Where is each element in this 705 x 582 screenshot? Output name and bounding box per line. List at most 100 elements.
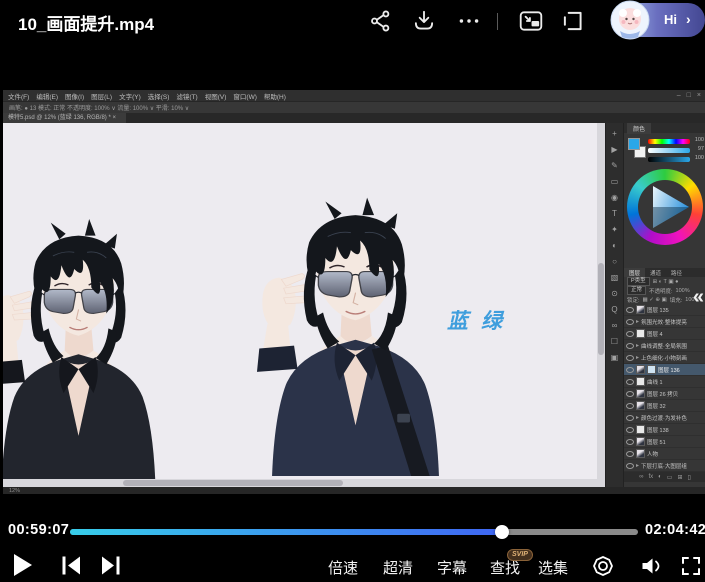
pip-icon[interactable] [518, 8, 544, 34]
progress-handle[interactable] [495, 525, 509, 539]
layer-filter-select: P类型 [627, 277, 650, 286]
profile-pill[interactable]: Hi › [612, 3, 705, 37]
eye-icon [626, 331, 634, 337]
layer-thumb [636, 305, 645, 314]
layer-name: 氛围光效·整体提亮 [641, 318, 687, 326]
ps-tool-icon: ☐ [611, 334, 618, 350]
layer-row: 曲线 1 [624, 376, 705, 388]
layers-list: 图层 135▸氛围光效·整体提亮图层 4▸曲线调整·全局氛围▸上色细化·小物刻画… [624, 304, 705, 472]
total-time: 02:04:42 [645, 522, 705, 538]
ps-menu-item: 滤镜(T) [176, 91, 197, 101]
layer-thumb [636, 365, 645, 374]
avatar [610, 0, 650, 40]
group-arrow-icon: ▸ [636, 354, 639, 361]
current-time: 00:59:07 [8, 522, 69, 538]
profile-label: Hi [664, 12, 677, 27]
panel-footer-icon: ∞ [639, 474, 643, 480]
brightness-slider [648, 157, 690, 162]
panel-footer-icon: ⊞ [677, 474, 682, 481]
eye-icon [626, 451, 634, 457]
layer-row: ▸上色细化·小物刻画 [624, 352, 705, 364]
eye-icon [626, 427, 634, 433]
share-icon[interactable] [368, 8, 394, 34]
layer-name: 图层 4 [647, 330, 663, 338]
progress-fill [70, 529, 502, 535]
zoom-level: 12% [9, 488, 20, 494]
saturation-slider [648, 148, 690, 153]
layer-thumb [636, 425, 645, 434]
panel-collapse-icon: « [693, 286, 704, 309]
quality-button[interactable]: 超清 [383, 557, 413, 578]
ps-status-bar: 12% [3, 487, 705, 494]
hue-value: 100 [692, 137, 704, 143]
ps-tool-icon: ▣ [611, 350, 619, 366]
layer-name: 曲线调整·全局氛围 [641, 342, 687, 350]
ps-menu-item: 编辑(E) [36, 91, 58, 101]
progress-bar[interactable] [70, 529, 638, 535]
ps-tool-icon: T [612, 206, 617, 222]
character-portrait-left [3, 206, 196, 479]
blend-mode-select: 正常 [627, 286, 646, 295]
layer-name: 曲线 1 [647, 378, 663, 386]
search-button[interactable]: 查找SVIP [490, 557, 520, 578]
layer-filter-icons: ⊞ ◐ T ▣ ● [653, 279, 679, 285]
ps-canvas: 蓝绿 [3, 123, 605, 479]
ps-options-text: 画笔: ● 13 模式: 正常 不透明度: 100% ∨ 流量: 100% ∨ … [9, 103, 189, 112]
ps-toolbar: +▶✎▭◉T✦◐○▧⊙Q∞☐▣ [605, 123, 623, 487]
ps-menu-item: 选择(S) [148, 91, 170, 101]
miniplayer-icon[interactable] [560, 8, 586, 34]
panel-footer-icon: ◐ [658, 474, 662, 480]
ps-menu-items: 文件(F)编辑(E)图像(I)图层(L)文字(Y)选择(S)滤镜(T)视图(V)… [8, 91, 286, 101]
settings-icon[interactable] [592, 555, 614, 577]
ps-window-button: × [697, 91, 701, 100]
video-surface[interactable]: 文件(F)编辑(E)图像(I)图层(L)文字(Y)选择(S)滤镜(T)视图(V)… [3, 90, 705, 494]
ps-menu-bar: 文件(F)编辑(E)图像(I)图层(L)文字(Y)选择(S)滤镜(T)视图(V)… [3, 90, 705, 101]
canvas-vscrollbar [597, 123, 605, 479]
download-icon[interactable] [411, 8, 437, 34]
layer-row: 图层 136 [624, 364, 705, 376]
previous-button[interactable] [61, 555, 82, 576]
layer-row: 图层 32 [624, 400, 705, 412]
layer-thumb [636, 377, 645, 386]
fullscreen-icon[interactable] [681, 556, 701, 576]
panel-footer-icon: fx [648, 474, 653, 480]
ps-tab-bar: 模特5.psd @ 12% (蓝绿 136, RGB/8) * × [3, 113, 705, 123]
layer-row: ▸氛围光效·整体提亮 [624, 316, 705, 328]
eye-icon [626, 367, 634, 373]
lock-label: 锁定: [627, 296, 640, 304]
next-button[interactable] [100, 555, 121, 576]
episodes-button[interactable]: 选集 [538, 557, 568, 578]
ps-menu-item: 文件(F) [8, 91, 29, 101]
speed-button[interactable]: 倍速 [328, 557, 358, 578]
ps-window-button: □ [687, 91, 691, 100]
layer-row: ▸下层打底·大图层组 [624, 460, 705, 472]
canvas-hscrollbar [3, 479, 605, 487]
saturation-value: 97 [692, 146, 704, 152]
layer-row: 人物 [624, 448, 705, 460]
layer-filter-row: P类型 ⊞ ◐ T ▣ ● [624, 277, 705, 286]
video-title: 10_画面提升.mp4 [18, 10, 154, 35]
layer-mask-thumb [647, 365, 656, 374]
eye-icon [626, 343, 634, 349]
eye-icon [626, 463, 634, 469]
ps-tool-icon: ◐ [612, 238, 617, 254]
opacity-value: 100% [676, 288, 690, 294]
play-button[interactable] [12, 553, 34, 577]
more-icon[interactable] [456, 8, 482, 34]
layer-name: 图层 135 [647, 306, 669, 314]
eye-icon [626, 379, 634, 385]
ps-tool-icon: Q [611, 302, 617, 318]
ps-tool-icon: ▧ [611, 270, 619, 286]
ps-tool-icon: ✎ [611, 158, 618, 174]
subtitle-button[interactable]: 字幕 [437, 557, 467, 578]
tab-layers: 图层 [624, 268, 645, 277]
layer-thumb [636, 437, 645, 446]
hue-slider [648, 139, 690, 144]
volume-icon[interactable] [640, 555, 663, 577]
layer-thumb [636, 449, 645, 458]
layer-thumb [636, 389, 645, 398]
layer-name: 图层 32 [647, 402, 666, 410]
ps-tool-icon: ○ [612, 254, 617, 270]
ps-menu-item: 视图(V) [205, 91, 227, 101]
group-arrow-icon: ▸ [636, 462, 639, 469]
